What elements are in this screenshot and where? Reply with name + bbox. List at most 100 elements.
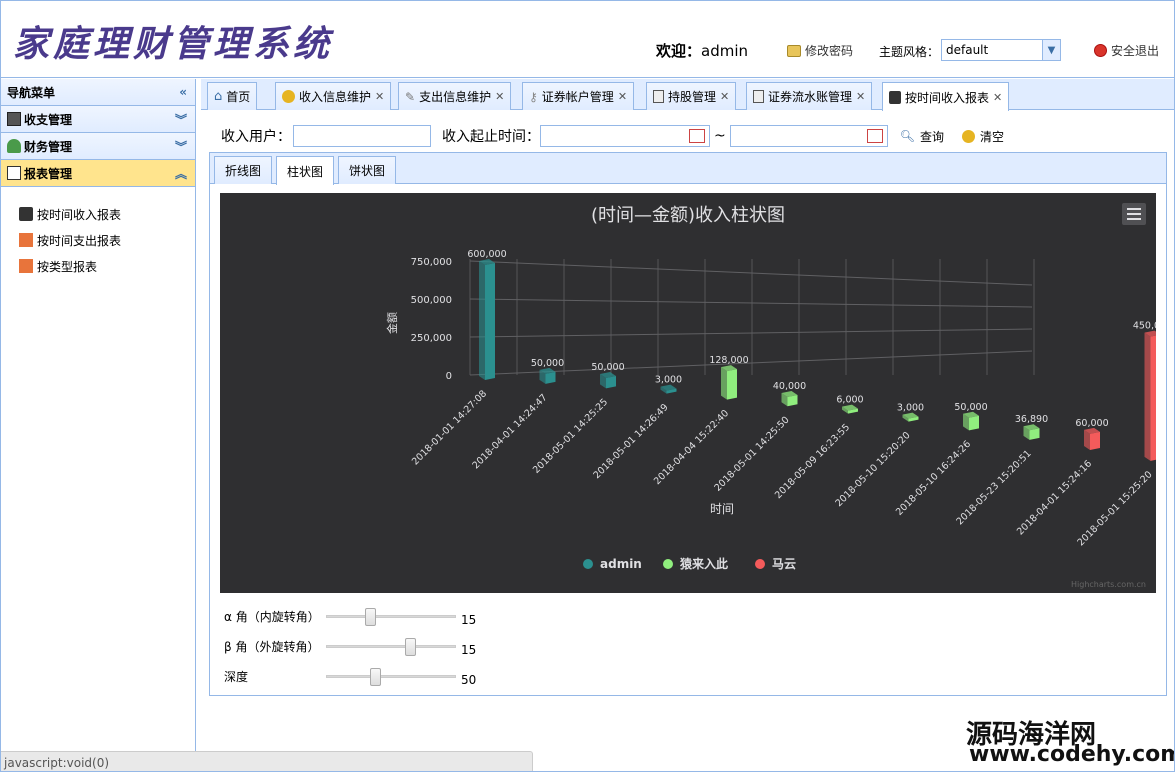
depth-slider[interactable] (326, 668, 456, 686)
alpha-slider-thumb[interactable] (365, 608, 376, 626)
tab-label: 收入信息维护 (299, 90, 372, 104)
bar (1150, 335, 1156, 461)
panel-label: 财务管理 (24, 139, 73, 154)
tab-bar: ⌂ 首页 收入信息维护 ✕ ✎ 支出信息维护 ✕ ⚷ 证券帐户管理 ✕ 持股管理… (201, 79, 1174, 111)
change-password-link[interactable]: 修改密码 (787, 42, 853, 59)
beta-slider-row: β 角（外旋转角） 15 (224, 635, 524, 657)
legend-marker (583, 559, 593, 569)
calendar-icon[interactable] (866, 129, 883, 143)
sitemap-icon (19, 259, 33, 273)
theme-label: 主题风格： (879, 45, 940, 59)
theme-select[interactable]: default ▼ (941, 39, 1061, 61)
tab-pie-chart[interactable]: 饼状图 (338, 156, 397, 184)
alpha-slider-row: α 角（内旋转角） 15 (224, 605, 524, 627)
start-date-input[interactable] (540, 125, 710, 147)
chart-icon (7, 166, 21, 180)
panel-label: 收支管理 (24, 112, 73, 127)
bar-side (479, 261, 485, 380)
tab-home[interactable]: ⌂ 首页 (207, 82, 258, 110)
panel-reports[interactable]: 报表管理 ︽ (1, 160, 195, 187)
tab-securities-account[interactable]: ⚷ 证券帐户管理 ✕ (522, 82, 635, 110)
app-window: 家庭理财管理系统 欢迎：admin 修改密码 主题风格： default ▼ 安… (0, 0, 1175, 772)
close-icon[interactable]: ✕ (618, 90, 627, 103)
x-tick-label: 2018-05-01 14:26:49 (591, 402, 670, 481)
bar (545, 371, 556, 384)
bar-side (1144, 332, 1151, 461)
end-date-input[interactable] (729, 125, 888, 147)
legend-item: 马云 (772, 557, 796, 571)
tab-label: 支出信息维护 (419, 90, 492, 104)
menu-item-by-type[interactable]: 按类型报表 (1, 253, 195, 279)
x-tick-label: 2018-05-01 15:25:20 (1075, 469, 1154, 548)
legend-item: 猿来入此 (679, 556, 728, 571)
panel-finance[interactable]: 财务管理 ︾ (1, 133, 195, 160)
menu-item-income-by-time[interactable]: 按时间收入报表 (1, 201, 195, 227)
close-icon[interactable]: ✕ (375, 90, 384, 103)
range-separator: ~ (714, 128, 726, 144)
user-input[interactable] (293, 125, 431, 147)
alpha-slider[interactable] (326, 608, 456, 626)
calendar-icon[interactable] (689, 129, 705, 143)
chevron-down-icon: ︾ (174, 112, 187, 127)
x-tick-label: 2018-05-23 15:20:51 (954, 448, 1033, 527)
close-icon[interactable]: ✕ (720, 90, 729, 103)
coins-icon (282, 90, 295, 103)
tab-securities-ledger[interactable]: 证券流水账管理 ✕ (746, 82, 873, 110)
depth-slider-thumb[interactable] (370, 668, 381, 686)
user-label: 收入用户： (221, 129, 291, 145)
tab-income-maint[interactable]: 收入信息维护 ✕ (275, 82, 392, 110)
beta-slider-thumb[interactable] (405, 638, 416, 656)
close-icon[interactable]: ✕ (856, 90, 865, 103)
query-button[interactable]: 🔍︎ 查询 (900, 128, 944, 145)
bar (485, 263, 495, 380)
bar-side (721, 367, 727, 400)
chevron-up-icon: ︽ (174, 166, 187, 181)
header: 家庭理财管理系统 欢迎：admin 修改密码 主题风格： default ▼ 安… (1, 1, 1174, 78)
power-icon (1094, 44, 1107, 57)
data-label: 450,000 (1133, 321, 1156, 332)
data-label: 36,890 (1015, 414, 1048, 425)
beta-slider[interactable] (326, 638, 456, 656)
close-icon[interactable]: ✕ (993, 91, 1002, 104)
status-bar: javascript:void(0) (1, 751, 533, 771)
tab-holdings[interactable]: 持股管理 ✕ (646, 82, 737, 110)
sidebar-title: 导航菜单 (7, 85, 56, 100)
tab-label: 首页 (226, 90, 251, 104)
main-content: 收入用户： 收入起止时间： ~ 🔍︎ 查询 清空 折线图 柱状图 饼状图 (时间… (201, 111, 1174, 771)
legend-marker (755, 559, 765, 569)
bar (1090, 431, 1100, 450)
document-icon (753, 90, 764, 103)
x-tick-label: 2018-05-01 14:25:25 (531, 397, 610, 476)
collapse-left-icon[interactable]: « (179, 85, 187, 99)
users-icon (7, 139, 21, 153)
data-label: 600,000 (467, 249, 506, 260)
x-tick-label: 2018-04-01 14:24:47 (470, 392, 549, 471)
menu-item-expense-by-time[interactable]: 按时间支出报表 (1, 227, 195, 253)
logout-label: 安全退出 (1111, 44, 1160, 58)
time-label: 收入起止时间： (442, 129, 540, 145)
tab-expense-maint[interactable]: ✎ 支出信息维护 ✕ (398, 82, 512, 110)
query-label: 查询 (919, 129, 944, 144)
menu-item-label: 按类型报表 (37, 259, 98, 274)
clear-button[interactable]: 清空 (961, 128, 1004, 145)
x-tick-label: 2018-05-10 16:24:26 (894, 439, 973, 518)
depth-label: 深度 (224, 669, 249, 684)
x-tick-label: 2018-04-01 15:24:16 (1015, 458, 1094, 537)
y-tick-label: 750,000 (411, 257, 452, 268)
logout-link[interactable]: 安全退出 (1094, 42, 1159, 59)
tab-line-chart[interactable]: 折线图 (214, 156, 273, 184)
chart-panel: 折线图 柱状图 饼状图 (时间—金额)收入柱状图 0 250,000 500,000… (209, 152, 1167, 696)
tab-label: 持股管理 (668, 90, 717, 104)
tab-bar-chart[interactable]: 柱状图 (276, 156, 335, 185)
legend-marker (663, 559, 673, 569)
chart-svg: 0 250,000 500,000 750,000 金额时间 600,000 50,000 5… (385, 249, 1156, 589)
clear-icon (961, 129, 975, 143)
watermark-url: www.codehy.com (969, 742, 1175, 767)
panel-label: 报表管理 (24, 166, 73, 181)
panel-income-expense[interactable]: 收支管理 ︾ (1, 106, 195, 133)
grid-line (469, 328, 1033, 338)
tab-income-report[interactable]: 按时间收入报表 ✕ (882, 82, 1010, 111)
search-row: 收入用户： 收入起止时间： ~ 🔍︎ 查询 清空 (221, 125, 1004, 147)
close-icon[interactable]: ✕ (495, 90, 504, 103)
chevron-down-icon[interactable]: ▼ (1042, 40, 1060, 60)
